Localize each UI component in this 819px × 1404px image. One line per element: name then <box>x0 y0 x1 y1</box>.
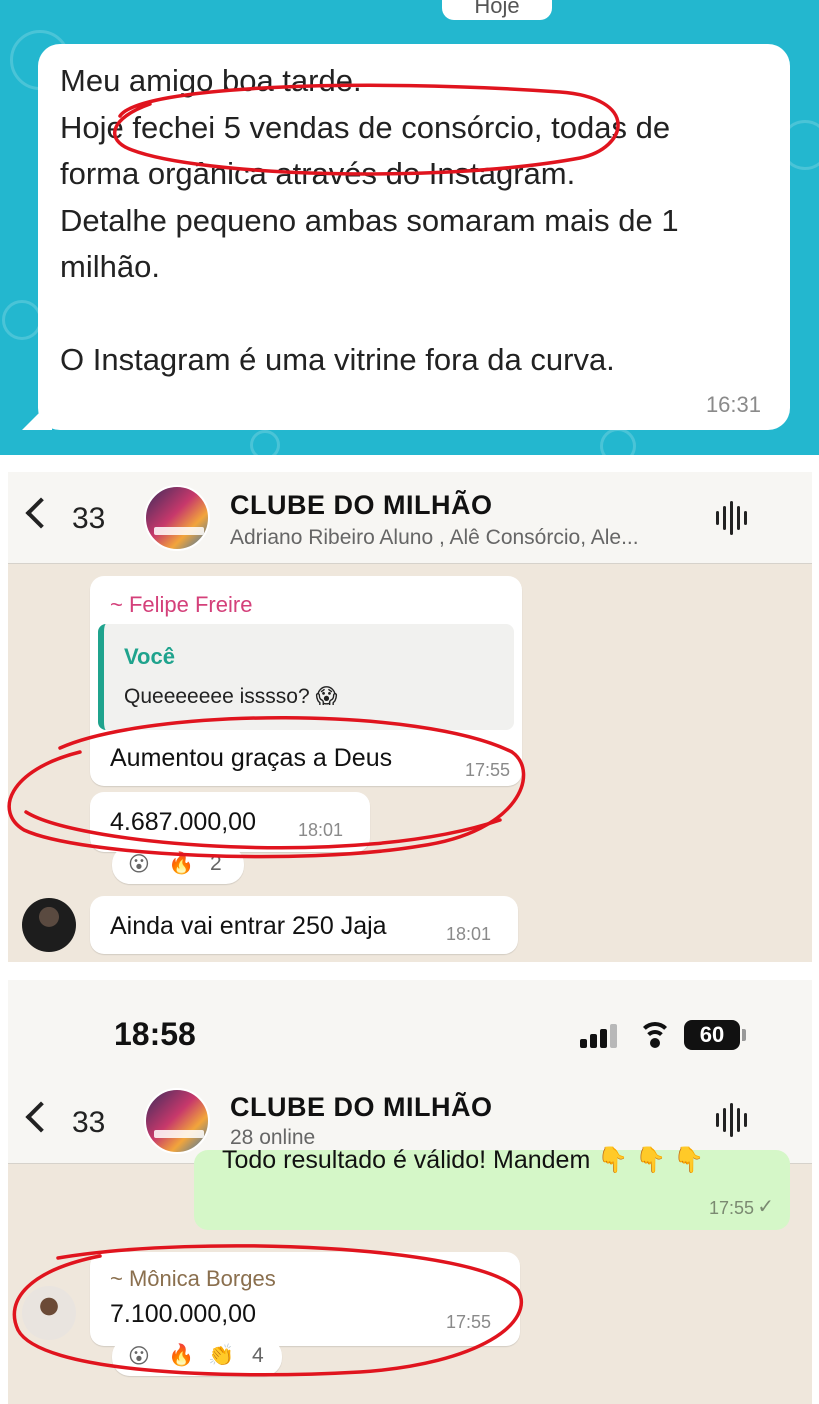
message-text: Meu amigo boa tarde. Hoje fechei 5 venda… <box>60 63 679 377</box>
voice-chat-icon[interactable] <box>716 1100 754 1140</box>
chat-header: 33 CLUBE DO MILHÃO Adriano Ribeiro Aluno… <box>8 472 812 564</box>
back-chevron-icon[interactable] <box>25 497 57 529</box>
group-avatar[interactable] <box>144 1088 210 1154</box>
outgoing-message-bubble[interactable]: Todo resultado é válido! Mandem 👇 👇 👇 17… <box>194 1146 790 1230</box>
group-name[interactable]: CLUBE DO MILHÃO <box>230 1092 492 1123</box>
reactions-pill[interactable]: 😮 🔥 👏 4 <box>112 1338 282 1376</box>
quoted-message[interactable]: Você Queeeeeee isssso? 😱 <box>98 624 514 730</box>
sender-name: ~ Mônica Borges <box>110 1266 276 1291</box>
message-bubble[interactable]: ~ Felipe Freire Você Queeeeeee isssso? 😱… <box>90 576 522 786</box>
message-time: 17:55 <box>446 1312 492 1332</box>
message-time: 17:55 <box>708 1198 754 1218</box>
message-text: 4.687.000,00 <box>110 808 256 836</box>
avatar[interactable] <box>22 898 76 952</box>
message-bubble[interactable]: Ainda vai entrar 250 Jaja 18:01 <box>90 896 518 954</box>
chat-panel-3: 18:58 60 33 CLUBE DO MILHÃO 28 online To… <box>8 980 812 1404</box>
sender-name: ~ Felipe Freire <box>110 592 253 617</box>
background-doodle <box>600 428 636 455</box>
quoted-text: Queeeeeee isssso? 😱 <box>124 685 338 708</box>
message-text: 7.100.000,00 <box>110 1300 256 1328</box>
reaction-count: 2 <box>210 852 222 875</box>
group-members: Adriano Ribeiro Aluno , Alê Consórcio, A… <box>230 526 639 549</box>
chat-panel-1: Hoje Meu amigo boa tarde. Hoje fechei 5 … <box>0 0 819 455</box>
background-doodle <box>250 430 280 455</box>
battery-icon: 60 <box>684 1020 746 1050</box>
read-check-icon: ✓ <box>757 1196 774 1218</box>
quoted-sender: Você <box>124 644 175 669</box>
chat-panel-2: 33 CLUBE DO MILHÃO Adriano Ribeiro Aluno… <box>8 472 812 962</box>
reaction-count: 4 <box>252 1344 264 1367</box>
message-bubble[interactable]: ~ Mônica Borges 7.100.000,00 17:55 <box>90 1252 520 1346</box>
clapping-hands-icon: 👏 <box>208 1344 235 1367</box>
voice-chat-icon[interactable] <box>716 498 754 538</box>
status-clock: 18:58 <box>114 1016 196 1052</box>
back-chevron-icon[interactable] <box>25 1101 57 1133</box>
wifi-icon <box>638 1022 672 1048</box>
message-time: 17:55 <box>464 760 510 780</box>
fire-emoji-icon: 🔥 <box>168 1344 195 1367</box>
status-bar: 18:58 60 <box>8 980 812 1084</box>
fire-emoji-icon: 🔥 <box>168 852 195 875</box>
message-text: Aumentou graças a Deus <box>110 744 393 772</box>
bubble-tail <box>22 400 52 430</box>
back-unread-count[interactable]: 33 <box>72 1106 105 1140</box>
background-doodle <box>2 300 42 340</box>
message-time: 16:31 <box>705 392 761 417</box>
group-avatar[interactable] <box>144 485 210 551</box>
wow-emoji-icon: 😮 <box>128 1345 150 1368</box>
back-unread-count[interactable]: 33 <box>72 502 105 536</box>
date-chip: Hoje <box>442 0 552 20</box>
reactions-pill[interactable]: 😮 🔥 2 <box>112 846 244 884</box>
cellular-signal-icon <box>580 1024 620 1048</box>
message-time: 18:01 <box>446 924 492 944</box>
message-text: Ainda vai entrar 250 Jaja <box>110 912 387 940</box>
wow-emoji-icon: 😮 <box>128 853 150 876</box>
avatar[interactable] <box>22 1286 76 1340</box>
message-bubble[interactable]: 4.687.000,00 18:01 <box>90 792 370 852</box>
message-time: 18:01 <box>298 820 344 840</box>
message-text: Todo resultado é válido! Mandem 👇 👇 👇 <box>222 1146 705 1174</box>
group-name[interactable]: CLUBE DO MILHÃO <box>230 490 492 521</box>
